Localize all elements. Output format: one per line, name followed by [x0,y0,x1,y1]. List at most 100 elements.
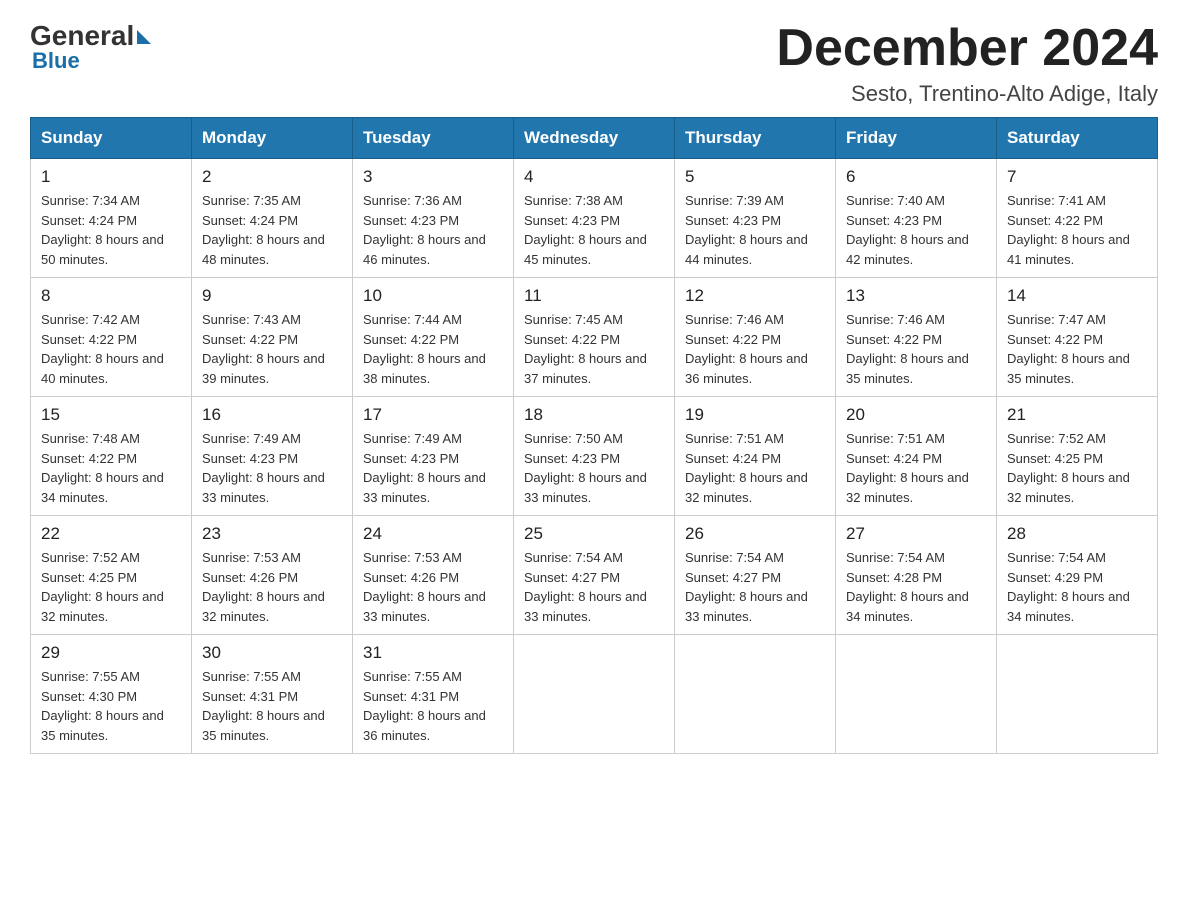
day-number: 11 [524,286,664,306]
day-cell: 19 Sunrise: 7:51 AMSunset: 4:24 PMDaylig… [675,397,836,516]
title-area: December 2024 Sesto, Trentino-Alto Adige… [776,20,1158,107]
header-thursday: Thursday [675,118,836,159]
day-info: Sunrise: 7:55 AMSunset: 4:31 PMDaylight:… [363,667,503,745]
day-info: Sunrise: 7:52 AMSunset: 4:25 PMDaylight:… [1007,429,1147,507]
day-number: 3 [363,167,503,187]
day-info: Sunrise: 7:46 AMSunset: 4:22 PMDaylight:… [685,310,825,388]
day-info: Sunrise: 7:55 AMSunset: 4:30 PMDaylight:… [41,667,181,745]
day-cell [514,635,675,754]
day-number: 27 [846,524,986,544]
day-cell: 29 Sunrise: 7:55 AMSunset: 4:30 PMDaylig… [31,635,192,754]
day-info: Sunrise: 7:54 AMSunset: 4:28 PMDaylight:… [846,548,986,626]
day-cell: 25 Sunrise: 7:54 AMSunset: 4:27 PMDaylig… [514,516,675,635]
day-number: 2 [202,167,342,187]
day-info: Sunrise: 7:48 AMSunset: 4:22 PMDaylight:… [41,429,181,507]
day-number: 31 [363,643,503,663]
day-info: Sunrise: 7:43 AMSunset: 4:22 PMDaylight:… [202,310,342,388]
day-info: Sunrise: 7:50 AMSunset: 4:23 PMDaylight:… [524,429,664,507]
day-info: Sunrise: 7:45 AMSunset: 4:22 PMDaylight:… [524,310,664,388]
day-cell [836,635,997,754]
day-info: Sunrise: 7:35 AMSunset: 4:24 PMDaylight:… [202,191,342,269]
header-monday: Monday [192,118,353,159]
week-row-1: 1 Sunrise: 7:34 AMSunset: 4:24 PMDayligh… [31,159,1158,278]
day-cell: 31 Sunrise: 7:55 AMSunset: 4:31 PMDaylig… [353,635,514,754]
day-info: Sunrise: 7:40 AMSunset: 4:23 PMDaylight:… [846,191,986,269]
day-info: Sunrise: 7:51 AMSunset: 4:24 PMDaylight:… [846,429,986,507]
day-number: 13 [846,286,986,306]
day-info: Sunrise: 7:47 AMSunset: 4:22 PMDaylight:… [1007,310,1147,388]
calendar-header-row: SundayMondayTuesdayWednesdayThursdayFrid… [31,118,1158,159]
day-number: 9 [202,286,342,306]
header-sunday: Sunday [31,118,192,159]
day-cell: 23 Sunrise: 7:53 AMSunset: 4:26 PMDaylig… [192,516,353,635]
day-cell: 16 Sunrise: 7:49 AMSunset: 4:23 PMDaylig… [192,397,353,516]
day-number: 18 [524,405,664,425]
day-number: 29 [41,643,181,663]
day-number: 5 [685,167,825,187]
day-number: 24 [363,524,503,544]
day-cell: 18 Sunrise: 7:50 AMSunset: 4:23 PMDaylig… [514,397,675,516]
day-cell: 28 Sunrise: 7:54 AMSunset: 4:29 PMDaylig… [997,516,1158,635]
day-info: Sunrise: 7:54 AMSunset: 4:29 PMDaylight:… [1007,548,1147,626]
day-cell: 20 Sunrise: 7:51 AMSunset: 4:24 PMDaylig… [836,397,997,516]
day-info: Sunrise: 7:34 AMSunset: 4:24 PMDaylight:… [41,191,181,269]
day-number: 6 [846,167,986,187]
day-info: Sunrise: 7:41 AMSunset: 4:22 PMDaylight:… [1007,191,1147,269]
day-cell: 11 Sunrise: 7:45 AMSunset: 4:22 PMDaylig… [514,278,675,397]
page-header: General Blue December 2024 Sesto, Trenti… [30,20,1158,107]
day-number: 7 [1007,167,1147,187]
day-info: Sunrise: 7:44 AMSunset: 4:22 PMDaylight:… [363,310,503,388]
day-number: 4 [524,167,664,187]
header-friday: Friday [836,118,997,159]
day-cell: 10 Sunrise: 7:44 AMSunset: 4:22 PMDaylig… [353,278,514,397]
day-info: Sunrise: 7:46 AMSunset: 4:22 PMDaylight:… [846,310,986,388]
day-number: 1 [41,167,181,187]
day-cell: 27 Sunrise: 7:54 AMSunset: 4:28 PMDaylig… [836,516,997,635]
day-cell: 17 Sunrise: 7:49 AMSunset: 4:23 PMDaylig… [353,397,514,516]
logo: General Blue [30,20,151,74]
day-info: Sunrise: 7:51 AMSunset: 4:24 PMDaylight:… [685,429,825,507]
day-cell: 5 Sunrise: 7:39 AMSunset: 4:23 PMDayligh… [675,159,836,278]
day-cell: 30 Sunrise: 7:55 AMSunset: 4:31 PMDaylig… [192,635,353,754]
day-number: 23 [202,524,342,544]
day-cell: 26 Sunrise: 7:54 AMSunset: 4:27 PMDaylig… [675,516,836,635]
day-cell: 7 Sunrise: 7:41 AMSunset: 4:22 PMDayligh… [997,159,1158,278]
day-number: 17 [363,405,503,425]
day-number: 22 [41,524,181,544]
logo-blue-text: Blue [32,48,80,74]
day-info: Sunrise: 7:42 AMSunset: 4:22 PMDaylight:… [41,310,181,388]
week-row-3: 15 Sunrise: 7:48 AMSunset: 4:22 PMDaylig… [31,397,1158,516]
week-row-4: 22 Sunrise: 7:52 AMSunset: 4:25 PMDaylig… [31,516,1158,635]
day-info: Sunrise: 7:52 AMSunset: 4:25 PMDaylight:… [41,548,181,626]
day-cell: 1 Sunrise: 7:34 AMSunset: 4:24 PMDayligh… [31,159,192,278]
day-info: Sunrise: 7:36 AMSunset: 4:23 PMDaylight:… [363,191,503,269]
day-cell [997,635,1158,754]
week-row-5: 29 Sunrise: 7:55 AMSunset: 4:30 PMDaylig… [31,635,1158,754]
day-info: Sunrise: 7:49 AMSunset: 4:23 PMDaylight:… [202,429,342,507]
day-cell: 8 Sunrise: 7:42 AMSunset: 4:22 PMDayligh… [31,278,192,397]
day-number: 16 [202,405,342,425]
day-cell: 4 Sunrise: 7:38 AMSunset: 4:23 PMDayligh… [514,159,675,278]
day-number: 25 [524,524,664,544]
day-number: 19 [685,405,825,425]
day-info: Sunrise: 7:38 AMSunset: 4:23 PMDaylight:… [524,191,664,269]
day-cell: 9 Sunrise: 7:43 AMSunset: 4:22 PMDayligh… [192,278,353,397]
day-info: Sunrise: 7:39 AMSunset: 4:23 PMDaylight:… [685,191,825,269]
day-number: 12 [685,286,825,306]
day-cell: 13 Sunrise: 7:46 AMSunset: 4:22 PMDaylig… [836,278,997,397]
day-cell: 15 Sunrise: 7:48 AMSunset: 4:22 PMDaylig… [31,397,192,516]
day-info: Sunrise: 7:53 AMSunset: 4:26 PMDaylight:… [363,548,503,626]
day-cell: 14 Sunrise: 7:47 AMSunset: 4:22 PMDaylig… [997,278,1158,397]
day-number: 30 [202,643,342,663]
day-number: 8 [41,286,181,306]
day-info: Sunrise: 7:54 AMSunset: 4:27 PMDaylight:… [685,548,825,626]
day-cell: 12 Sunrise: 7:46 AMSunset: 4:22 PMDaylig… [675,278,836,397]
day-cell: 6 Sunrise: 7:40 AMSunset: 4:23 PMDayligh… [836,159,997,278]
month-title: December 2024 [776,20,1158,77]
day-number: 10 [363,286,503,306]
day-cell [675,635,836,754]
header-saturday: Saturday [997,118,1158,159]
day-info: Sunrise: 7:49 AMSunset: 4:23 PMDaylight:… [363,429,503,507]
week-row-2: 8 Sunrise: 7:42 AMSunset: 4:22 PMDayligh… [31,278,1158,397]
header-tuesday: Tuesday [353,118,514,159]
